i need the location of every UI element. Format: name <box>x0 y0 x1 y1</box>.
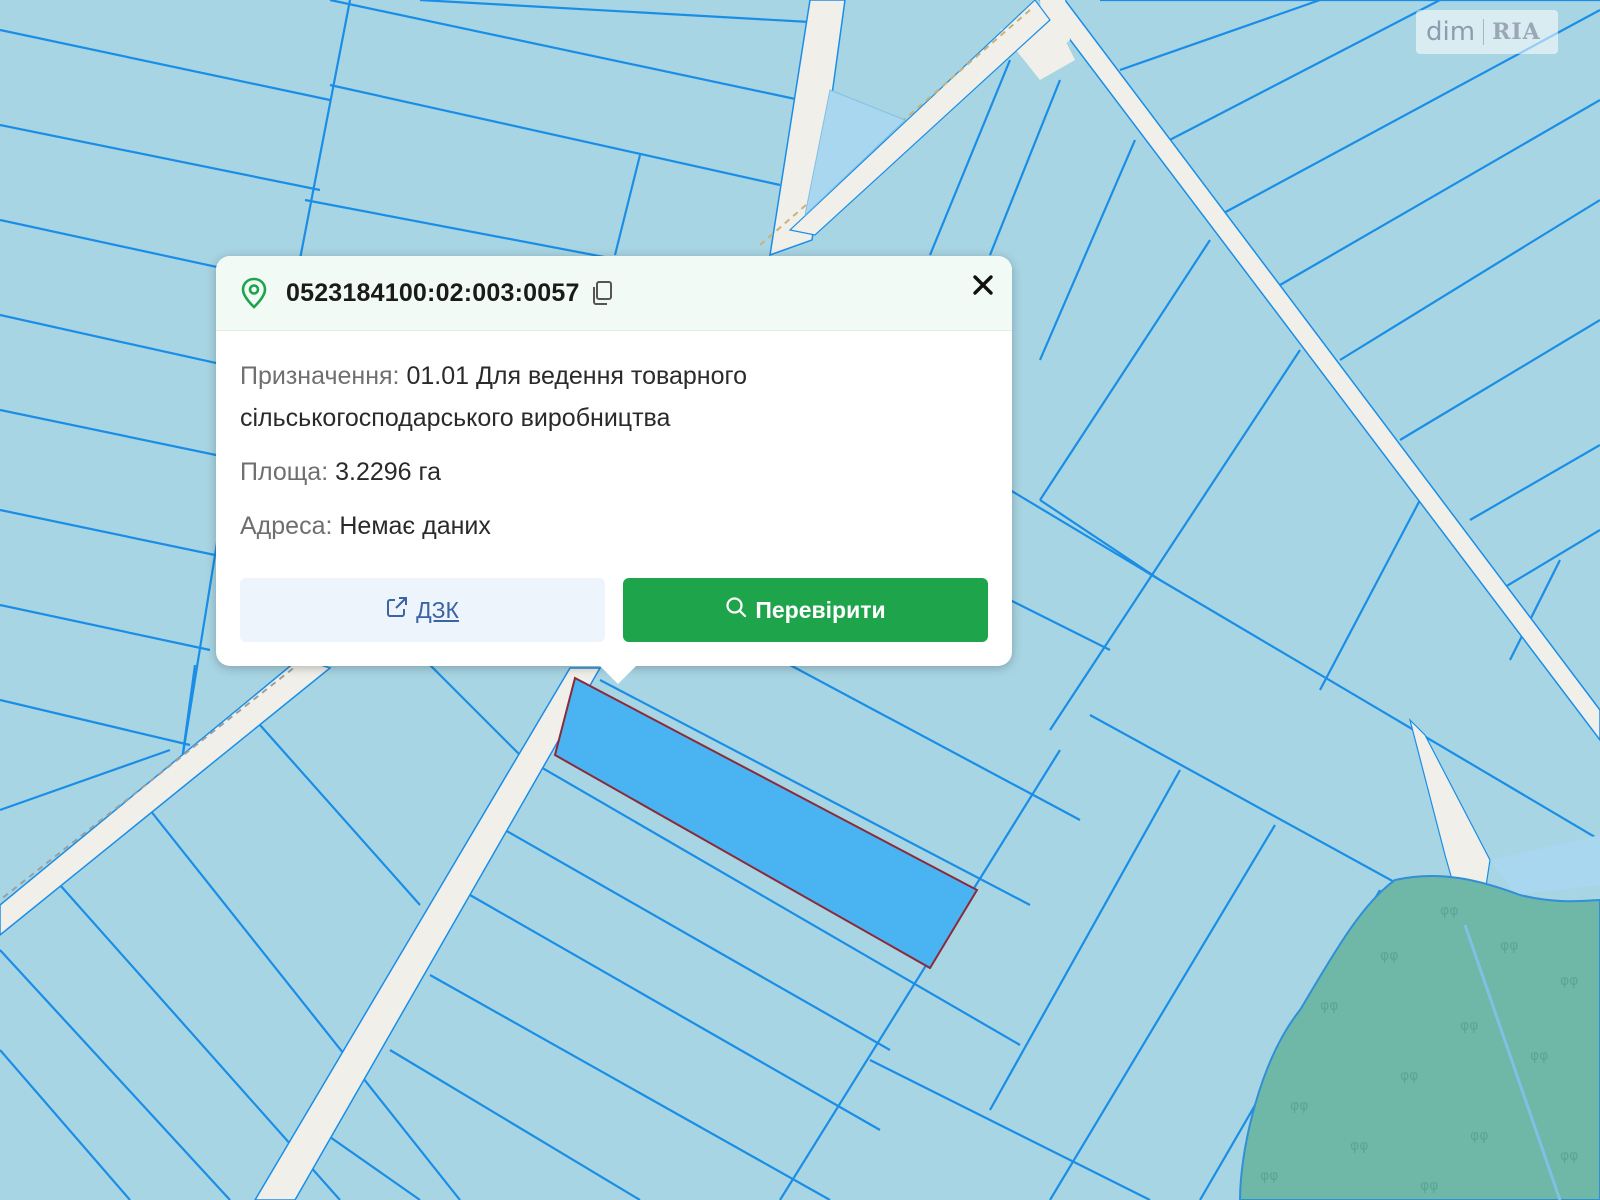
copy-icon[interactable] <box>590 280 614 306</box>
popup-header: 0523184100:02:003:0057 <box>216 256 1012 331</box>
svg-text:φφ: φφ <box>1460 1018 1478 1034</box>
svg-text:φφ: φφ <box>1400 1068 1418 1084</box>
area-label: Площа: <box>240 458 329 486</box>
popup-actions: ДЗК Перевірити <box>240 578 988 642</box>
address-value: Немає даних <box>339 512 491 540</box>
svg-text:φφ: φφ <box>1420 1178 1438 1194</box>
check-button-label: Перевірити <box>755 596 886 623</box>
location-pin-icon <box>240 277 268 309</box>
svg-text:φφ: φφ <box>1470 1128 1488 1144</box>
purpose-label: Призначення: <box>240 362 400 390</box>
address-label: Адреса: <box>240 512 333 540</box>
watermark-ria: RIA <box>1492 19 1541 45</box>
external-link-icon <box>386 596 408 624</box>
cadastral-number: 0523184100:02:003:0057 <box>286 278 580 307</box>
area-row: Площа: 3.2296 га <box>240 451 988 493</box>
address-row: Адреса: Немає даних <box>240 505 988 547</box>
svg-text:φφ: φφ <box>1500 938 1518 954</box>
svg-text:φφ: φφ <box>1380 948 1398 964</box>
svg-text:φφ: φφ <box>1350 1138 1368 1154</box>
search-icon <box>725 596 747 624</box>
svg-text:φφ: φφ <box>1290 1098 1308 1114</box>
svg-text:φφ: φφ <box>1530 1048 1548 1064</box>
close-icon[interactable] <box>968 270 998 300</box>
dzk-button-label: ДЗК <box>416 596 459 623</box>
dzk-button[interactable]: ДЗК <box>240 578 605 642</box>
svg-text:φφ: φφ <box>1260 1168 1278 1184</box>
svg-text:φφ: φφ <box>1560 973 1578 989</box>
watermark-separator <box>1483 19 1485 45</box>
popup-body: Призначення: 01.01 Для ведення товарного… <box>216 331 1012 547</box>
area-value: 3.2296 га <box>335 458 442 486</box>
svg-text:φφ: φφ <box>1440 903 1458 919</box>
watermark-dim: dim <box>1426 17 1476 47</box>
parcel-info-popup: 0523184100:02:003:0057 Призначення: 01.0… <box>216 256 1012 684</box>
purpose-value: 01.01 Для ведення товарного <box>406 362 747 390</box>
check-button[interactable]: Перевірити <box>623 578 988 642</box>
svg-text:φφ: φφ <box>1320 998 1338 1014</box>
dim-ria-watermark: dim RIA <box>1416 10 1558 54</box>
svg-text:φφ: φφ <box>1560 1148 1578 1164</box>
purpose-row: Призначення: 01.01 Для ведення товарного… <box>240 355 988 439</box>
purpose-value-line2: сільськогосподарського виробництва <box>240 404 671 432</box>
